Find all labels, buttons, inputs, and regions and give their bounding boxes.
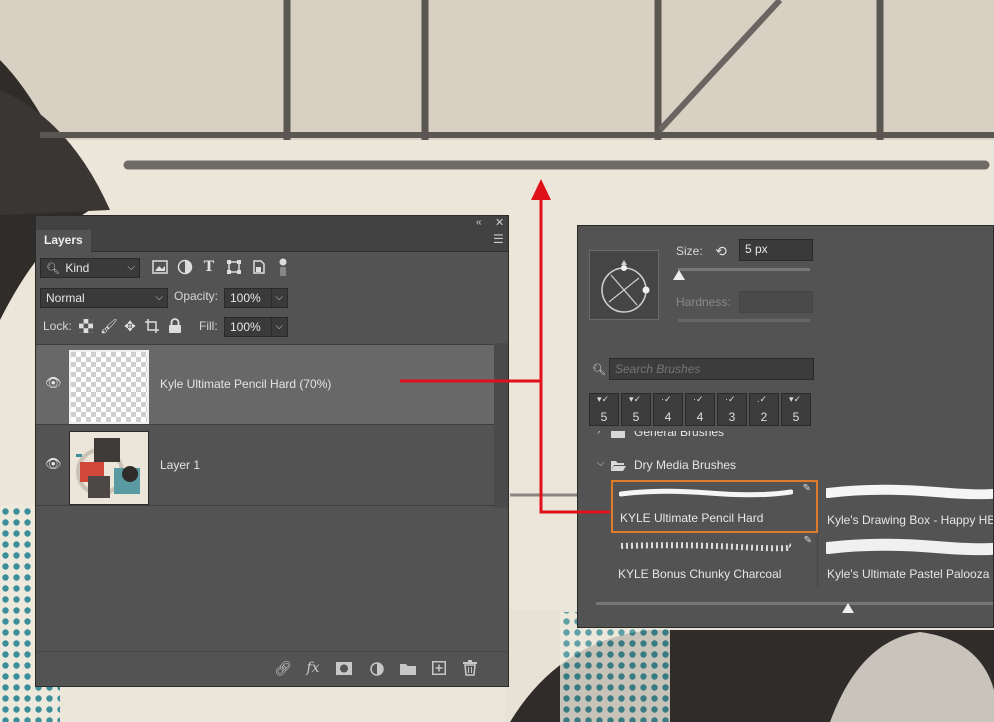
lock-all-icon[interactable] xyxy=(168,318,182,334)
tab-layers[interactable]: Layers xyxy=(36,230,91,252)
collapse-icon[interactable]: « xyxy=(476,216,482,230)
filter-smart-object-icon[interactable] xyxy=(251,259,267,275)
group-label: General Brushes xyxy=(634,431,725,439)
layer-list: 👁︎ Kyle Ultimate Pencil Hard (70%) 👁︎ La… xyxy=(36,344,494,510)
search-icon: 🔍︎ xyxy=(46,263,60,275)
blend-mode-select[interactable]: Normal ⌵ xyxy=(40,288,168,308)
trash-icon[interactable] xyxy=(463,660,477,676)
preset-size-4[interactable]: ·✓ 4 xyxy=(685,393,715,426)
link-icon[interactable]: 🔗︎ xyxy=(274,660,292,677)
preset-size-7[interactable]: ▾✓ 5 xyxy=(781,393,811,426)
size-slider-handle[interactable] xyxy=(673,270,685,281)
group-dry-media-brushes[interactable]: ⌵ Dry Media Brushes xyxy=(589,456,993,476)
brush-name: Kyle's Ultimate Pastel Palooza xyxy=(827,567,990,581)
opacity-input[interactable]: 100% ⌵ xyxy=(224,288,288,308)
reset-size-icon[interactable]: ⟲ xyxy=(713,243,729,259)
mask-icon[interactable] xyxy=(336,662,352,675)
preset-size-2[interactable]: ▾✓ 5 xyxy=(621,393,651,426)
brush-kyles-drawing-box-happy-hb[interactable]: Kyle's Drawing Box - Happy HB xyxy=(820,480,994,533)
brush-list: › General Brushes ⌵ Dry Media Brushes ✎ … xyxy=(589,431,994,591)
filter-image-icon[interactable] xyxy=(152,260,168,274)
brush-stroke-preview xyxy=(826,484,993,500)
layer-name[interactable]: Layer 1 xyxy=(160,458,200,472)
preset-size-3[interactable]: ·✓ 4 xyxy=(653,393,683,426)
filter-adjustment-icon[interactable] xyxy=(177,259,193,275)
chevron-right-icon: › xyxy=(597,431,601,437)
brush-preset-panel: Size: ⟲ 5 px Hardness: 🔍︎ ▾✓5 ▾✓5 ·✓4 ·✓… xyxy=(577,225,994,628)
folder-icon[interactable] xyxy=(400,662,416,675)
search-brushes-input[interactable] xyxy=(609,358,814,380)
chevron-down-icon: ⌵ xyxy=(271,318,283,336)
filter-shape-icon[interactable] xyxy=(226,259,242,275)
opacity-label: Opacity: xyxy=(174,289,219,303)
folder-icon xyxy=(611,431,625,438)
brush-stroke-preview xyxy=(826,538,993,556)
fill-value: 100% xyxy=(230,320,261,334)
panel-menu-icon[interactable]: ☰ xyxy=(493,232,504,246)
opacity-value: 100% xyxy=(230,291,261,305)
preview-size-slider-track[interactable] xyxy=(596,602,993,605)
layer-list-scrollbar[interactable] xyxy=(494,343,508,508)
close-icon[interactable]: ✕ xyxy=(495,216,504,230)
brush-name: KYLE Bonus Chunky Charcoal xyxy=(618,567,782,581)
layers-tabbar: Layers ☰ xyxy=(36,230,508,252)
new-layer-icon[interactable] xyxy=(432,661,446,675)
brush-stroke-preview xyxy=(619,488,793,498)
chevron-down-icon: ⌵ xyxy=(127,262,135,273)
eye-icon[interactable]: 👁︎ xyxy=(45,376,62,389)
chevron-down-icon: ⌵ xyxy=(155,292,163,303)
layer-row-layer-1[interactable]: 👁︎ Layer 1 xyxy=(36,426,494,506)
folder-open-icon xyxy=(611,461,626,471)
brush-stroke-preview xyxy=(620,542,791,552)
search-icon: 🔍︎ xyxy=(592,364,606,376)
document-canvas[interactable]: « ✕ Layers ☰ 🔍︎ Kind ⌵ T Normal ⌵ Opacit… xyxy=(0,0,994,722)
brush-name: Kyle's Drawing Box - Happy HB xyxy=(827,513,994,527)
hardness-label: Hardness: xyxy=(676,295,731,309)
layer-thumbnail-collage xyxy=(69,431,149,505)
size-input[interactable]: 5 px xyxy=(739,239,813,261)
fx-icon[interactable]: fx xyxy=(304,660,322,676)
brush-kyle-ultimate-pencil-hard[interactable]: ✎ KYLE Ultimate Pencil Hard xyxy=(611,480,818,533)
blend-mode-label: Normal xyxy=(46,291,85,305)
brush-kyles-ultimate-pastel-palooza[interactable]: Kyle's Ultimate Pastel Palooza xyxy=(820,534,993,587)
filter-type-icon[interactable]: T xyxy=(201,259,217,275)
layers-panel-titlebar[interactable]: « ✕ xyxy=(36,216,508,230)
lock-label: Lock: xyxy=(43,319,72,333)
brush-kyle-bonus-chunky-charcoal[interactable]: ✎ KYLE Bonus Chunky Charcoal xyxy=(611,534,818,587)
size-label: Size: xyxy=(676,244,703,258)
layers-panel: « ✕ Layers ☰ 🔍︎ Kind ⌵ T Normal ⌵ Opacit… xyxy=(35,215,509,687)
brush-angle-preview[interactable] xyxy=(589,250,659,320)
eye-icon[interactable]: 👁︎ xyxy=(45,457,62,470)
lock-position-icon[interactable]: ✥ xyxy=(122,318,138,334)
layer-thumbnail-transparent xyxy=(69,350,149,424)
preset-size-6[interactable]: .✓ 2 xyxy=(749,393,779,426)
size-value: 5 px xyxy=(745,242,768,256)
adjustment-icon[interactable] xyxy=(370,662,384,676)
lock-image-pixels-icon[interactable]: 🖌︎ xyxy=(100,318,118,334)
hardness-slider-track[interactable] xyxy=(678,319,810,322)
preview-size-slider-handle[interactable] xyxy=(842,603,854,614)
preset-size-1[interactable]: ▾✓ 5 xyxy=(589,393,619,426)
group-label: Dry Media Brushes xyxy=(634,458,737,472)
layers-bottom-bar: 🔗︎ fx xyxy=(36,651,508,686)
lock-artboard-icon[interactable] xyxy=(144,318,160,334)
preset-size-5[interactable]: ·✓ 3 xyxy=(717,393,747,426)
brush-tool-icon: ✎ xyxy=(802,483,811,494)
lock-transparent-pixels-icon[interactable] xyxy=(79,319,93,333)
group-general-brushes[interactable]: › General Brushes xyxy=(589,431,993,443)
chevron-down-icon: ⌵ xyxy=(271,289,283,307)
hardness-input[interactable] xyxy=(739,291,813,313)
layer-row-pencil[interactable]: 👁︎ Kyle Ultimate Pencil Hard (70%) xyxy=(36,345,494,425)
filter-kind-select[interactable]: 🔍︎ Kind ⌵ xyxy=(40,258,140,278)
fill-label: Fill: xyxy=(199,319,218,333)
brush-tool-icon: ✎ xyxy=(803,535,812,546)
layer-name[interactable]: Kyle Ultimate Pencil Hard (70%) xyxy=(160,377,331,391)
filter-toggle-icon[interactable] xyxy=(277,257,289,277)
filter-kind-label: Kind xyxy=(65,261,90,275)
fill-input[interactable]: 100% ⌵ xyxy=(224,317,288,337)
size-slider-track[interactable] xyxy=(678,268,810,271)
brush-name: KYLE Ultimate Pencil Hard xyxy=(620,511,764,525)
chevron-down-icon: ⌵ xyxy=(597,458,605,469)
